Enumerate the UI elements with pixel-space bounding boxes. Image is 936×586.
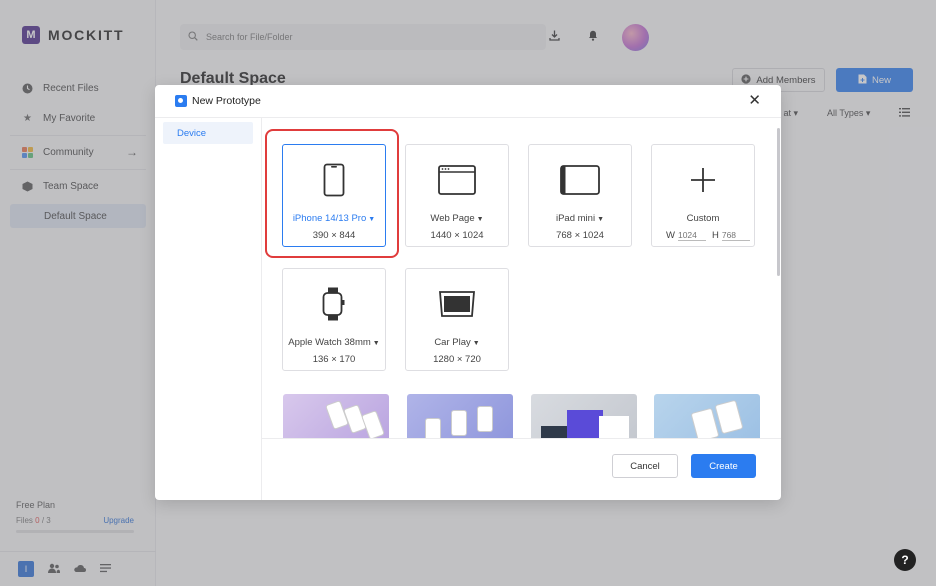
device-name: iPhone 14/13 Pro ▼ [283, 213, 385, 224]
device-dims: 1280 × 720 [433, 354, 481, 365]
template-preview [599, 416, 629, 438]
device-card-ipad-mini[interactable]: iPad mini ▼ 768 × 1024 [528, 144, 632, 247]
device-card-apple-watch[interactable]: Apple Watch 38mm ▼ 136 × 170 [282, 268, 386, 371]
device-name: Apple Watch 38mm ▼ [283, 337, 385, 348]
prototype-icon [175, 95, 187, 107]
template-preview [425, 418, 441, 438]
template-thumbnail[interactable] [407, 394, 513, 438]
dialog-nav: Device [155, 118, 262, 500]
caret-down-icon[interactable]: ▼ [368, 216, 375, 223]
device-name: Car Play ▼ [406, 337, 508, 348]
nav-tab-device[interactable]: Device [163, 122, 253, 144]
dialog-title: New Prototype [192, 95, 261, 107]
device-name-text: Web Page [430, 213, 475, 224]
device-name: Custom [686, 213, 720, 224]
device-name-text: iPhone 14/13 Pro [292, 213, 367, 224]
custom-height: H [712, 230, 750, 241]
caret-down-icon[interactable]: ▼ [597, 216, 604, 223]
device-dims: 1440 × 1024 [430, 230, 484, 241]
custom-width: W [666, 230, 706, 241]
device-dims: 768 × 1024 [556, 230, 604, 241]
new-prototype-dialog: New Prototype ✕ Device iPhone 14/13 Pro ▼… [155, 85, 781, 500]
custom-dims: W H [666, 230, 750, 241]
help-button[interactable]: ? [894, 549, 916, 571]
template-preview [361, 410, 385, 438]
caret-down-icon[interactable]: ▼ [477, 216, 484, 223]
device-dims: 390 × 844 [312, 230, 356, 241]
device-card-car-play[interactable]: Car Play ▼ 1280 × 720 [405, 268, 509, 371]
device-name: Web Page ▼ [406, 213, 508, 224]
template-preview [477, 406, 493, 432]
cancel-button[interactable]: Cancel [612, 454, 678, 478]
device-name-text: Car Play [434, 337, 471, 348]
caret-down-icon[interactable]: ▼ [473, 340, 480, 347]
height-input[interactable] [721, 230, 750, 241]
template-preview [451, 410, 467, 436]
template-thumbnail[interactable] [531, 394, 637, 438]
dialog-footer: Cancel Create [262, 438, 781, 500]
device-name: iPad mini ▼ [529, 213, 631, 224]
width-input[interactable] [677, 230, 706, 241]
template-preview [567, 410, 603, 438]
dialog-header: New Prototype ✕ [155, 85, 781, 118]
height-label: H [711, 230, 719, 241]
dialog-scrollbar[interactable] [777, 128, 780, 276]
tablet-icon [529, 163, 631, 197]
device-card-iphone[interactable]: iPhone 14/13 Pro ▼ 390 × 844 [282, 144, 386, 247]
device-card-web-page[interactable]: Web Page ▼ 1440 × 1024 [405, 144, 509, 247]
watch-icon [283, 287, 385, 321]
close-icon[interactable]: ✕ [748, 93, 761, 108]
device-card-custom[interactable]: Custom W H [651, 144, 755, 247]
device-dims: 136 × 170 [312, 354, 356, 365]
template-preview [690, 407, 720, 438]
browser-icon [406, 163, 508, 197]
device-name-text: Apple Watch 38mm [288, 337, 371, 348]
create-button[interactable]: Create [691, 454, 756, 478]
template-thumbnail[interactable] [283, 394, 389, 438]
template-thumbnail[interactable] [654, 394, 760, 438]
caret-down-icon[interactable]: ▼ [373, 340, 380, 347]
device-grid: iPhone 14/13 Pro ▼ 390 × 844 Web Page ▼ 14… [262, 118, 781, 438]
device-name-text: iPad mini [555, 213, 596, 224]
width-label: W [666, 230, 675, 241]
plus-icon [652, 163, 754, 197]
template-preview [714, 399, 744, 435]
phone-icon [283, 163, 385, 197]
carplay-icon [406, 287, 508, 321]
